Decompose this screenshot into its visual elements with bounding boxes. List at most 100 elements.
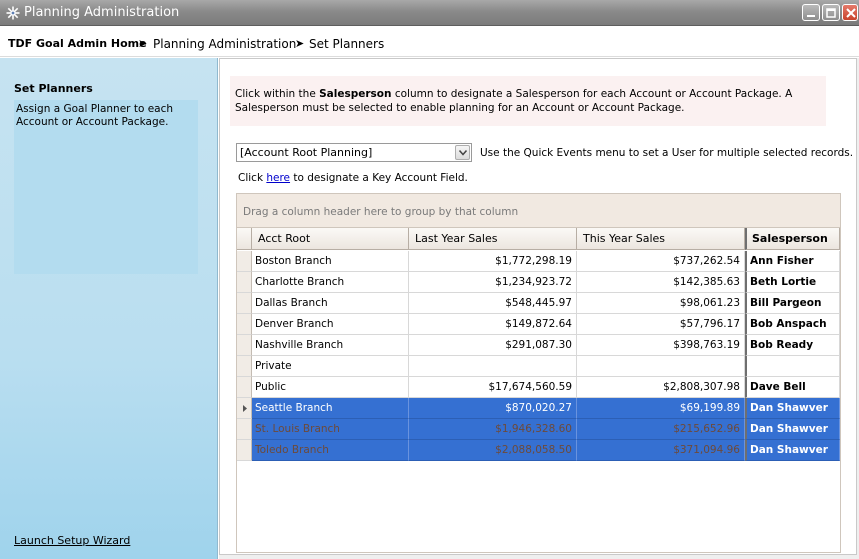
table-row[interactable]: Boston Branch $1,772,298.19 $737,262.54 Ann…	[237, 251, 840, 272]
cell-this-year-sales[interactable]: $2,808,307.98	[577, 377, 745, 398]
cell-acct-root-text: Charlotte Branch	[255, 276, 345, 288]
dropdown-button[interactable]	[455, 145, 470, 160]
cell-salesperson[interactable]: Beth Lortie	[745, 272, 840, 293]
cell-last-year-sales[interactable]	[409, 356, 577, 377]
cell-this-year-sales[interactable]: $57,796.17	[577, 314, 745, 335]
table-row[interactable]: Seattle Branch $870,020.27 $69,199.89 Dan S…	[237, 398, 840, 419]
minimize-icon	[807, 15, 815, 17]
cell-this-year-sales[interactable]: $215,652.96	[577, 419, 745, 440]
cell-acct-root-text: Dallas Branch	[255, 297, 328, 309]
cell-salesperson[interactable]: Bob Ready	[745, 335, 840, 356]
cell-salesperson-text: Ann Fisher	[750, 255, 814, 267]
table-row[interactable]: Denver Branch $149,872.64 $57,796.17 Bob An…	[237, 314, 840, 335]
cell-salesperson-text: Dave Bell	[750, 381, 806, 393]
table-row[interactable]: Public $17,674,560.59 $2,808,307.98 Dave Be…	[237, 377, 840, 398]
breadcrumb-planning-administration[interactable]: Planning Administration	[153, 37, 296, 51]
cell-salesperson[interactable]: Bill Pargeon	[745, 293, 840, 314]
row-selector[interactable]	[237, 440, 252, 461]
row-selector[interactable]	[237, 293, 252, 314]
table-row[interactable]: St. Louis Branch $1,946,328.60 $215,652.96…	[237, 419, 840, 440]
column-header-salesperson[interactable]: Salesperson	[745, 228, 840, 250]
cell-this-year-sales[interactable]: $737,262.54	[577, 251, 745, 272]
column-header-last-year-sales[interactable]: Last Year Sales	[409, 228, 577, 250]
cell-this-year-sales[interactable]: $69,199.89	[577, 398, 745, 419]
close-icon	[846, 8, 856, 18]
cell-last-year-sales[interactable]: $870,020.27	[409, 398, 577, 419]
cell-last-year-sales-text: $548,445.97	[505, 297, 572, 309]
cell-acct-root[interactable]: Charlotte Branch	[252, 272, 409, 293]
left-panel-title: Set Planners	[14, 82, 93, 95]
cell-this-year-sales-text: $737,262.54	[673, 255, 740, 267]
cell-this-year-sales-text: $57,796.17	[679, 318, 740, 330]
cell-this-year-sales[interactable]: $98,061.23	[577, 293, 745, 314]
key-account-here-link[interactable]: here	[266, 172, 290, 184]
cell-last-year-sales[interactable]: $548,445.97	[409, 293, 577, 314]
table-row[interactable]: Private	[237, 356, 840, 377]
cell-salesperson[interactable]	[745, 356, 840, 377]
cell-acct-root-text: Public	[255, 381, 287, 393]
cell-acct-root[interactable]: Boston Branch	[252, 251, 409, 272]
column-header-this-year-sales[interactable]: This Year Sales	[577, 228, 745, 250]
row-selector[interactable]	[237, 377, 252, 398]
table-row[interactable]: Dallas Branch $548,445.97 $98,061.23 Bill P…	[237, 293, 840, 314]
cell-this-year-sales[interactable]	[577, 356, 745, 377]
row-selector[interactable]	[237, 419, 252, 440]
cell-last-year-sales[interactable]: $2,088,058.50	[409, 440, 577, 461]
main-area: Click within the Salesperson column to d…	[219, 58, 859, 559]
group-by-hint: Drag a column header here to group by th…	[243, 206, 519, 218]
cell-acct-root[interactable]: Nashville Branch	[252, 335, 409, 356]
launch-setup-wizard-link[interactable]: Launch Setup Wizard	[14, 534, 130, 547]
cell-last-year-sales[interactable]: $149,872.64	[409, 314, 577, 335]
cell-last-year-sales[interactable]: $17,674,560.59	[409, 377, 577, 398]
cell-salesperson[interactable]: Dan Shawver	[745, 440, 840, 461]
cell-last-year-sales[interactable]: $1,234,923.72	[409, 272, 577, 293]
group-by-panel[interactable]: Drag a column header here to group by th…	[237, 194, 840, 228]
cell-acct-root[interactable]: Seattle Branch	[252, 398, 409, 419]
row-selector[interactable]	[237, 314, 252, 335]
table-row[interactable]: Toledo Branch $2,088,058.50 $371,094.96 Dan…	[237, 440, 840, 461]
cell-this-year-sales[interactable]: $142,385.63	[577, 272, 745, 293]
cell-acct-root-text: Boston Branch	[255, 255, 332, 267]
cell-last-year-sales[interactable]: $1,772,298.19	[409, 251, 577, 272]
cell-last-year-sales-text: $1,772,298.19	[495, 255, 572, 267]
row-selector[interactable]	[237, 356, 252, 377]
row-selector[interactable]	[237, 272, 252, 293]
cell-this-year-sales-text: $371,094.96	[673, 444, 740, 456]
cell-acct-root[interactable]: Toledo Branch	[252, 440, 409, 461]
cell-last-year-sales[interactable]: $1,946,328.60	[409, 419, 577, 440]
breadcrumb-home[interactable]: TDF Goal Admin Home	[8, 37, 147, 50]
row-selector[interactable]	[237, 398, 252, 419]
cell-last-year-sales-text: $1,946,328.60	[495, 423, 572, 435]
cell-acct-root[interactable]: Private	[252, 356, 409, 377]
cell-acct-root[interactable]: Public	[252, 377, 409, 398]
cell-this-year-sales[interactable]: $371,094.96	[577, 440, 745, 461]
breadcrumb-separator-icon: ➤	[295, 37, 305, 50]
row-selector[interactable]	[237, 251, 252, 272]
cell-salesperson[interactable]: Ann Fisher	[745, 251, 840, 272]
planning-type-select[interactable]: [Account Root Planning]	[236, 143, 472, 162]
cell-last-year-sales[interactable]: $291,087.30	[409, 335, 577, 356]
cell-salesperson[interactable]: Dan Shawver	[745, 419, 840, 440]
cell-this-year-sales-text: $98,061.23	[679, 297, 740, 309]
cell-acct-root[interactable]: Denver Branch	[252, 314, 409, 335]
column-header-acct-root[interactable]: Acct Root	[252, 228, 409, 250]
cell-salesperson[interactable]: Dan Shawver	[745, 398, 840, 419]
close-button[interactable]	[842, 4, 858, 21]
cell-acct-root-text: Denver Branch	[255, 318, 334, 330]
table-row[interactable]: Charlotte Branch $1,234,923.72 $142,385.63…	[237, 272, 840, 293]
cell-this-year-sales-text: $398,763.19	[673, 339, 740, 351]
table-row[interactable]: Nashville Branch $291,087.30 $398,763.19 Bo…	[237, 335, 840, 356]
cell-salesperson[interactable]: Bob Anspach	[745, 314, 840, 335]
cell-acct-root[interactable]: St. Louis Branch	[252, 419, 409, 440]
cell-last-year-sales-text: $291,087.30	[505, 339, 572, 351]
minimize-button[interactable]	[802, 4, 820, 21]
maximize-icon	[826, 8, 836, 18]
cell-last-year-sales-text: $2,088,058.50	[495, 444, 572, 456]
cell-acct-root[interactable]: Dallas Branch	[252, 293, 409, 314]
row-selector[interactable]	[237, 335, 252, 356]
cell-this-year-sales[interactable]: $398,763.19	[577, 335, 745, 356]
cell-salesperson-text: Dan Shawver	[750, 444, 828, 456]
maximize-button[interactable]	[822, 4, 840, 21]
cell-salesperson[interactable]: Dave Bell	[745, 377, 840, 398]
cell-this-year-sales-text: $2,808,307.98	[663, 381, 740, 393]
